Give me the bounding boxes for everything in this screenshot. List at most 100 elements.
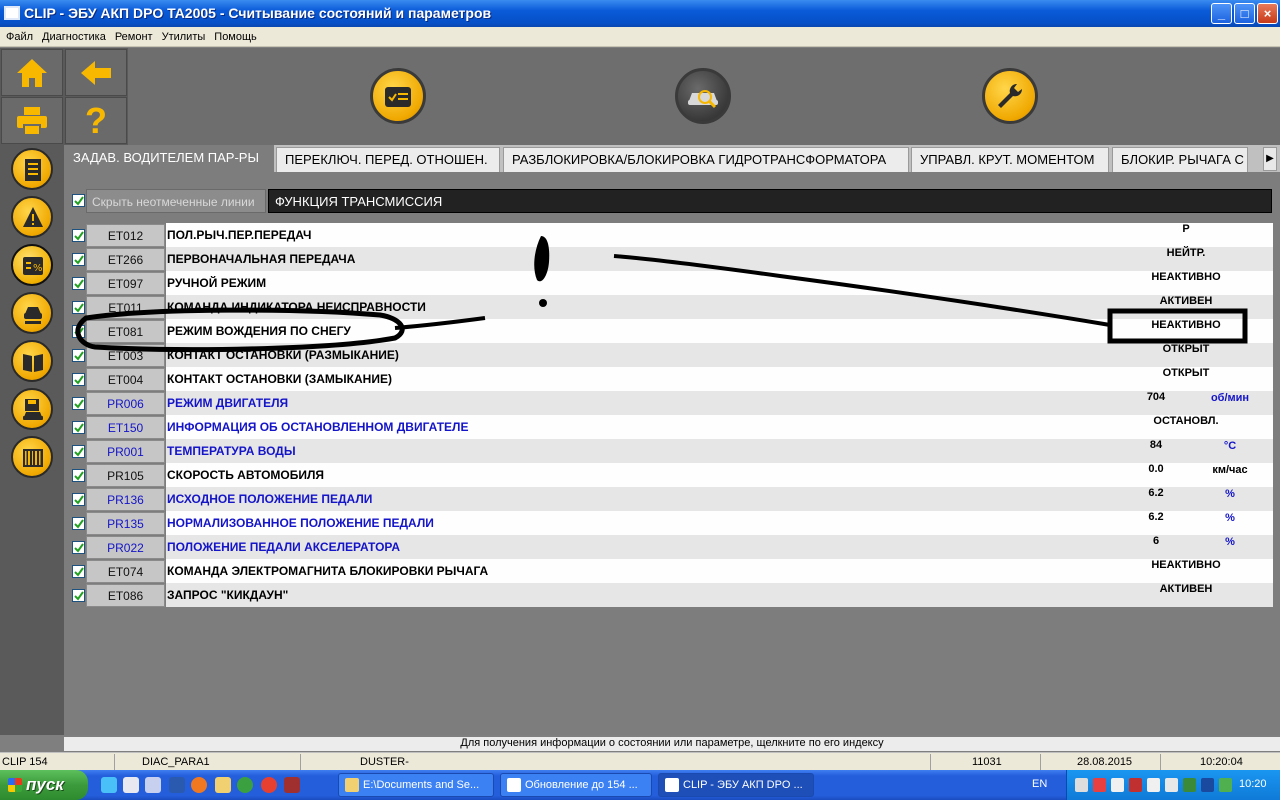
faults-button[interactable] bbox=[11, 196, 53, 238]
table-row: ET081 РЕЖИМ ВОЖДЕНИЯ ПО СНЕГУ НЕАКТИВНО bbox=[70, 319, 1273, 343]
tray-icon-update[interactable] bbox=[1183, 778, 1196, 792]
row-checkbox[interactable] bbox=[72, 397, 85, 410]
row-value: ОТКРЫТ bbox=[1162, 343, 1210, 355]
folder-icon[interactable] bbox=[215, 777, 231, 793]
tray-icon-network[interactable] bbox=[1111, 778, 1124, 792]
row-checkbox[interactable] bbox=[72, 469, 85, 482]
menu-diagnostics[interactable]: Диагностика bbox=[36, 28, 109, 43]
row-label: ЗАПРОС "КИКДАУН" bbox=[166, 583, 1273, 607]
report-button[interactable] bbox=[11, 148, 53, 190]
checklist-button[interactable] bbox=[370, 68, 426, 124]
row-code-button[interactable]: ET081 bbox=[86, 320, 165, 343]
tray-icon-shield[interactable] bbox=[1201, 778, 1214, 792]
home-button[interactable] bbox=[1, 49, 63, 96]
row-checkbox[interactable] bbox=[72, 301, 85, 314]
chrome-icon[interactable] bbox=[261, 777, 277, 793]
row-unit: об/мин bbox=[1210, 392, 1250, 404]
row-checkbox[interactable] bbox=[72, 565, 85, 578]
menu-utilities[interactable]: Утилиты bbox=[156, 28, 209, 43]
row-code-button[interactable]: ET003 bbox=[86, 344, 165, 367]
row-code-button[interactable]: ET012 bbox=[86, 224, 165, 247]
language-indicator[interactable]: EN bbox=[1032, 778, 1047, 790]
word-icon[interactable] bbox=[169, 777, 185, 793]
row-checkbox[interactable] bbox=[72, 541, 85, 554]
tab-torque-converter[interactable]: РАЗБЛОКИРОВКА/БЛОКИРОВКА ГИДРОТРАНСФОРМА… bbox=[503, 147, 909, 172]
status-vehicle: DUSTER- bbox=[360, 756, 409, 768]
menu-help[interactable]: Помощь bbox=[208, 28, 260, 43]
table-row: ET074 КОМАНДА ЭЛЕКТРОМАГНИТА БЛОКИРОВКИ Р… bbox=[70, 559, 1273, 583]
tray-icon-antivirus[interactable] bbox=[1093, 778, 1106, 792]
row-checkbox[interactable] bbox=[72, 277, 85, 290]
menu-file[interactable]: Файл bbox=[0, 28, 36, 43]
start-button[interactable]: пуск bbox=[0, 770, 88, 800]
help-button[interactable]: ? bbox=[65, 97, 127, 144]
function-label: ФУНКЦИЯ ТРАНСМИССИЯ bbox=[268, 189, 1272, 213]
row-code-button[interactable]: PR006 bbox=[86, 392, 165, 415]
firefox-icon[interactable] bbox=[191, 777, 207, 793]
explorer-icon[interactable] bbox=[145, 777, 161, 793]
maximize-button[interactable]: □ bbox=[1234, 3, 1255, 24]
row-label: СКОРОСТЬ АВТОМОБИЛЯ bbox=[166, 463, 1273, 487]
row-code-button[interactable]: ET150 bbox=[86, 416, 165, 439]
row-checkbox[interactable] bbox=[72, 373, 85, 386]
utorrent-icon[interactable] bbox=[237, 777, 253, 793]
row-code-button[interactable]: PR135 bbox=[86, 512, 165, 535]
row-code-button[interactable]: ET097 bbox=[86, 272, 165, 295]
ie-icon[interactable] bbox=[101, 777, 117, 793]
row-checkbox[interactable] bbox=[72, 421, 85, 434]
row-value: ОСТАНОВЛ. bbox=[1153, 415, 1219, 427]
save-icon[interactable] bbox=[284, 777, 300, 793]
row-label: ИНФОРМАЦИЯ ОБ ОСТАНОВЛЕННОМ ДВИГАТЕЛЕ bbox=[166, 415, 1273, 439]
row-checkbox[interactable] bbox=[72, 493, 85, 506]
row-checkbox[interactable] bbox=[72, 445, 85, 458]
table-row: PR001 ТЕМПЕРАТУРА ВОДЫ 84 °C bbox=[70, 439, 1273, 463]
row-checkbox[interactable] bbox=[72, 589, 85, 602]
hide-unchecked-button[interactable]: Скрыть неотмеченные линии bbox=[86, 189, 266, 213]
save-vehicle-button[interactable] bbox=[11, 388, 53, 430]
row-code-button[interactable]: ET011 bbox=[86, 296, 165, 319]
row-checkbox[interactable] bbox=[72, 253, 85, 266]
menu-repair[interactable]: Ремонт bbox=[109, 28, 156, 43]
volume-icon[interactable] bbox=[1165, 778, 1178, 792]
minimize-button[interactable]: _ bbox=[1211, 3, 1232, 24]
row-code-button[interactable]: PR136 bbox=[86, 488, 165, 511]
vehicle-scan-button[interactable] bbox=[675, 68, 731, 124]
row-code-button[interactable]: PR105 bbox=[86, 464, 165, 487]
row-checkbox[interactable] bbox=[72, 517, 85, 530]
row-checkbox[interactable] bbox=[72, 229, 85, 242]
tab-lever-lock[interactable]: БЛОКИР. РЫЧАГА С bbox=[1112, 147, 1248, 172]
hide-unchecked-checkbox[interactable] bbox=[72, 194, 85, 207]
desktop-icon[interactable] bbox=[123, 777, 139, 793]
documentation-button[interactable] bbox=[11, 340, 53, 382]
row-code-button[interactable]: ET086 bbox=[86, 584, 165, 607]
row-code-button[interactable]: ET266 bbox=[86, 248, 165, 271]
tab-gear-ratio[interactable]: ПЕРЕКЛЮЧ. ПЕРЕД. ОТНОШЕН. bbox=[276, 147, 500, 172]
barcode-button[interactable] bbox=[11, 436, 53, 478]
back-button[interactable] bbox=[65, 49, 127, 96]
vehicle-button[interactable] bbox=[11, 292, 53, 334]
tray-icon-green[interactable] bbox=[1219, 778, 1232, 792]
taskbar-item-clip[interactable]: CLIP - ЭБУ АКП DPO ... bbox=[658, 773, 814, 797]
checkmark-icon bbox=[74, 399, 84, 409]
close-button[interactable]: × bbox=[1257, 3, 1278, 24]
row-code-button[interactable]: ET074 bbox=[86, 560, 165, 583]
tab-scroll-right[interactable]: ▶ bbox=[1263, 147, 1277, 171]
parameters-button[interactable]: % bbox=[11, 244, 53, 286]
row-code-button[interactable]: PR022 bbox=[86, 536, 165, 559]
print-button[interactable] bbox=[1, 97, 63, 144]
tab-torque-control[interactable]: УПРАВЛ. КРУТ. МОМЕНТОМ bbox=[911, 147, 1109, 172]
taskbar-item-documents[interactable]: E:\Documents and Se... bbox=[338, 773, 494, 797]
car-search-icon bbox=[688, 90, 718, 109]
tray-icon-usb[interactable] bbox=[1075, 778, 1088, 792]
tray-icon-app[interactable] bbox=[1129, 778, 1142, 792]
tab-driver-params[interactable]: ЗАДАВ. ВОДИТЕЛЕМ ПАР-РЫ bbox=[64, 145, 274, 172]
repair-button[interactable] bbox=[982, 68, 1038, 124]
row-checkbox[interactable] bbox=[72, 325, 85, 338]
system-tray: 10:20 bbox=[1066, 770, 1280, 800]
row-code-button[interactable]: PR001 bbox=[86, 440, 165, 463]
row-checkbox[interactable] bbox=[72, 349, 85, 362]
tray-icon-monitor[interactable] bbox=[1147, 778, 1160, 792]
status-code: 11031 bbox=[972, 756, 1002, 768]
row-code-button[interactable]: ET004 bbox=[86, 368, 165, 391]
taskbar-item-update[interactable]: Обновление до 154 ... bbox=[500, 773, 652, 797]
